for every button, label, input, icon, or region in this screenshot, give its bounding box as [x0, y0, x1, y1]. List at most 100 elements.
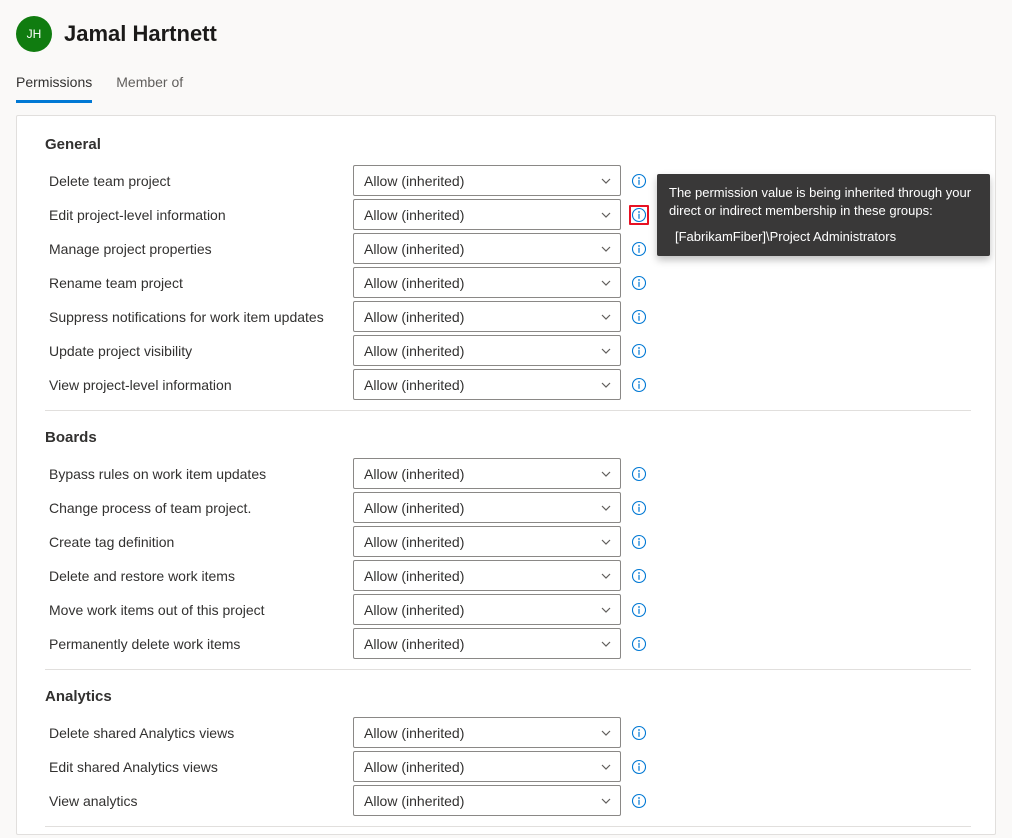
- permission-label: Change process of team project.: [45, 500, 345, 516]
- chevron-down-icon: [600, 502, 612, 514]
- section-title: Boards: [45, 429, 971, 446]
- permission-label: View project-level information: [45, 377, 345, 393]
- permission-row: Edit shared Analytics viewsAllow (inheri…: [45, 751, 971, 782]
- permission-row: View analytics Allow (inherited): [45, 785, 971, 816]
- tab-member-of[interactable]: Member of: [116, 68, 183, 103]
- permissions-panel: General Delete team project Allow (inherit…: [16, 115, 996, 835]
- permission-dropdown[interactable]: Allow (inherited): [353, 301, 621, 332]
- permission-dropdown[interactable]: Allow (inherited): [353, 560, 621, 591]
- chevron-down-icon: [600, 345, 612, 357]
- chevron-down-icon: [600, 175, 612, 187]
- permission-value: Allow (inherited): [364, 309, 464, 325]
- permission-info-button[interactable]: [629, 205, 649, 225]
- permission-label: Update project visibility: [45, 343, 345, 359]
- permission-dropdown[interactable]: Allow (inherited): [353, 233, 621, 264]
- permission-info-button[interactable]: [629, 171, 649, 191]
- chevron-down-icon: [600, 243, 612, 255]
- permission-dropdown[interactable]: Allow (inherited): [353, 526, 621, 557]
- permission-value: Allow (inherited): [364, 725, 464, 741]
- permission-label: Delete shared Analytics views: [45, 725, 345, 741]
- permission-value: Allow (inherited): [364, 793, 464, 809]
- info-icon: [631, 793, 647, 809]
- permission-row: Suppress notifications for work item upd…: [45, 301, 971, 332]
- permission-label: Delete team project: [45, 173, 345, 189]
- permission-label: Suppress notifications for work item upd…: [45, 309, 345, 325]
- permission-label: Create tag definition: [45, 534, 345, 550]
- permission-value: Allow (inherited): [364, 377, 464, 393]
- info-icon: [631, 377, 647, 393]
- permission-dropdown[interactable]: Allow (inherited): [353, 785, 621, 816]
- info-icon: [631, 241, 647, 257]
- permission-info-button[interactable]: [629, 600, 649, 620]
- permission-info-button[interactable]: [629, 239, 649, 259]
- chevron-down-icon: [600, 311, 612, 323]
- info-icon: [631, 173, 647, 189]
- permission-info-button[interactable]: [629, 273, 649, 293]
- permission-value: Allow (inherited): [364, 173, 464, 189]
- permission-info-button[interactable]: [629, 464, 649, 484]
- permission-label: Rename team project: [45, 275, 345, 291]
- permission-info-button[interactable]: [629, 757, 649, 777]
- permission-dropdown[interactable]: Allow (inherited): [353, 458, 621, 489]
- permission-dropdown[interactable]: Allow (inherited): [353, 594, 621, 625]
- avatar: JH: [16, 16, 52, 52]
- permission-dropdown[interactable]: Allow (inherited): [353, 492, 621, 523]
- permission-info-button[interactable]: [629, 723, 649, 743]
- section-title: General: [45, 136, 971, 153]
- permission-row: Update project visibility Allow (inherite…: [45, 335, 971, 366]
- permission-info-tooltip: The permission value is being inherited …: [657, 174, 990, 256]
- info-icon: [631, 500, 647, 516]
- permission-value: Allow (inherited): [364, 534, 464, 550]
- permission-label: Move work items out of this project: [45, 602, 345, 618]
- chevron-down-icon: [600, 638, 612, 650]
- section-title: Analytics: [45, 688, 971, 705]
- permission-info-button[interactable]: [629, 532, 649, 552]
- permission-value: Allow (inherited): [364, 636, 464, 652]
- permission-dropdown[interactable]: Allow (inherited): [353, 628, 621, 659]
- permission-row: Rename team project Allow (inherited): [45, 267, 971, 298]
- permission-info-button[interactable]: [629, 498, 649, 518]
- section-divider: [45, 826, 971, 827]
- section-divider: [45, 410, 971, 411]
- permission-row: View project-level information Allow (inh…: [45, 369, 971, 400]
- permission-dropdown[interactable]: Allow (inherited): [353, 165, 621, 196]
- permission-value: Allow (inherited): [364, 241, 464, 257]
- permission-dropdown[interactable]: Allow (inherited): [353, 369, 621, 400]
- tooltip-text: The permission value is being inherited …: [669, 184, 978, 220]
- permission-value: Allow (inherited): [364, 466, 464, 482]
- info-icon: [631, 309, 647, 325]
- user-header: JH Jamal Hartnett: [16, 8, 996, 68]
- info-icon: [631, 636, 647, 652]
- chevron-down-icon: [600, 604, 612, 616]
- permission-label: View analytics: [45, 793, 345, 809]
- info-icon: [631, 343, 647, 359]
- permission-value: Allow (inherited): [364, 759, 464, 775]
- permission-info-button[interactable]: [629, 341, 649, 361]
- permission-info-button[interactable]: [629, 634, 649, 654]
- chevron-down-icon: [600, 536, 612, 548]
- permission-label: Delete and restore work items: [45, 568, 345, 584]
- permission-dropdown[interactable]: Allow (inherited): [353, 717, 621, 748]
- permission-value: Allow (inherited): [364, 602, 464, 618]
- permission-dropdown[interactable]: Allow (inherited): [353, 335, 621, 366]
- permission-label: Bypass rules on work item updates: [45, 466, 345, 482]
- chevron-down-icon: [600, 727, 612, 739]
- permission-value: Allow (inherited): [364, 343, 464, 359]
- section-divider: [45, 669, 971, 670]
- chevron-down-icon: [600, 468, 612, 480]
- info-icon: [631, 207, 647, 223]
- permission-dropdown[interactable]: Allow (inherited): [353, 751, 621, 782]
- tab-permissions[interactable]: Permissions: [16, 68, 92, 103]
- chevron-down-icon: [600, 277, 612, 289]
- permission-label: Edit project-level information: [45, 207, 345, 223]
- permission-row: Create tag definition Allow (inherited): [45, 526, 971, 557]
- permission-info-button[interactable]: [629, 307, 649, 327]
- permission-info-button[interactable]: [629, 791, 649, 811]
- permission-dropdown[interactable]: Allow (inherited): [353, 199, 621, 230]
- permission-dropdown[interactable]: Allow (inherited): [353, 267, 621, 298]
- permission-info-button[interactable]: [629, 375, 649, 395]
- permission-label: Manage project properties: [45, 241, 345, 257]
- permission-info-button[interactable]: [629, 566, 649, 586]
- chevron-down-icon: [600, 761, 612, 773]
- chevron-down-icon: [600, 795, 612, 807]
